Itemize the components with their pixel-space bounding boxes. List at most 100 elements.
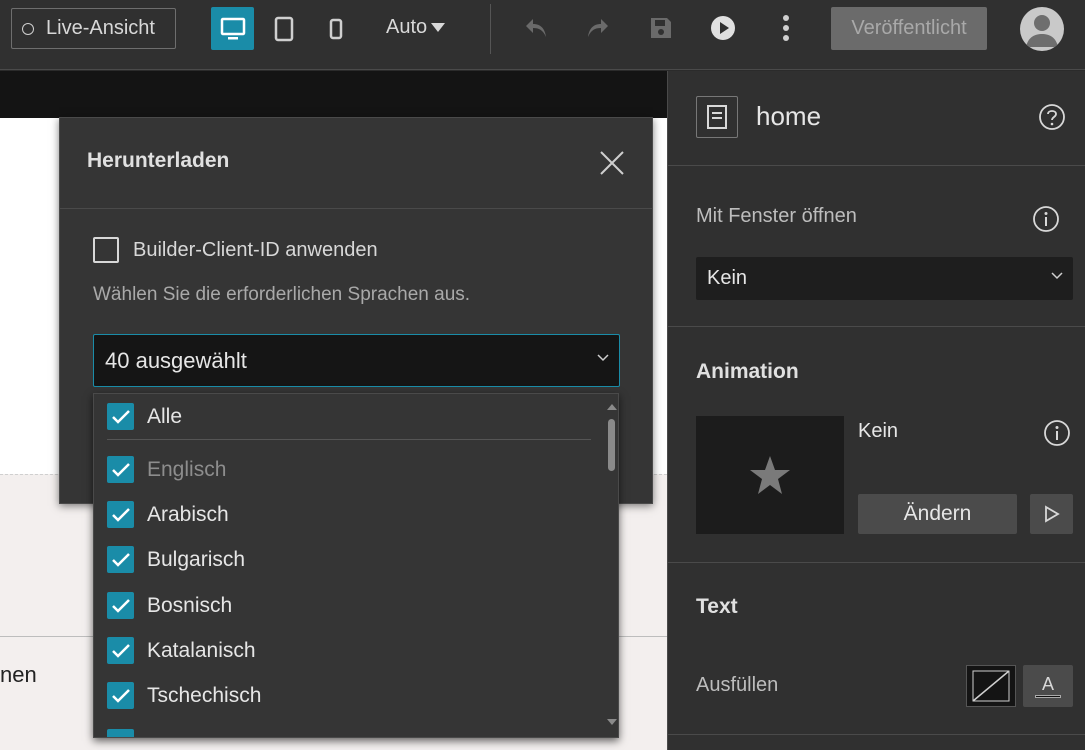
no-fill-icon <box>972 670 1010 702</box>
checkmark-icon <box>111 643 130 658</box>
checkbox-checked[interactable] <box>107 456 134 483</box>
checkmark-icon <box>111 507 130 522</box>
option-label: Bosnisch <box>147 593 233 617</box>
checkbox-unchecked[interactable] <box>93 237 119 263</box>
option-czech[interactable]: Tschechisch <box>107 682 261 709</box>
screen-size-value: Auto <box>386 16 428 38</box>
undo-button[interactable] <box>518 10 554 46</box>
dialog-divider <box>60 208 652 209</box>
page-name: home <box>756 101 822 131</box>
checkmark-icon <box>111 688 130 703</box>
checkbox-checked[interactable] <box>107 682 134 709</box>
animation-heading: Animation <box>696 360 799 383</box>
option-english[interactable]: Englisch <box>107 456 226 483</box>
builder-client-id-checkbox[interactable]: Builder-Client-ID anwenden <box>93 237 378 263</box>
play-outline-icon <box>1044 505 1060 523</box>
checkbox-checked[interactable] <box>107 501 134 528</box>
panel-divider <box>668 165 1085 166</box>
page-icon <box>696 96 738 138</box>
open-window-value: Kein <box>707 267 748 289</box>
panel-divider <box>668 326 1085 327</box>
text-color-button[interactable]: A <box>1023 665 1073 707</box>
open-window-select[interactable]: Kein <box>696 257 1073 300</box>
text-color-bar <box>1035 694 1061 698</box>
save-button[interactable] <box>643 10 679 46</box>
live-view-button[interactable]: Live-Ansicht <box>11 8 176 49</box>
radio-circle-icon <box>22 22 34 35</box>
chevron-down-icon <box>597 354 609 362</box>
undo-icon <box>526 19 546 37</box>
panel-divider <box>668 734 1085 735</box>
user-avatar[interactable] <box>1020 7 1064 51</box>
option-bosnian[interactable]: Bosnisch <box>107 592 232 619</box>
scroll-down-arrow-icon[interactable] <box>607 719 617 725</box>
fill-label: Ausfüllen <box>696 674 779 696</box>
user-icon <box>1026 15 1058 47</box>
play-circle-icon <box>711 16 735 40</box>
caret-down-icon <box>431 22 446 32</box>
animation-value: Kein <box>858 420 899 442</box>
animation-info-button[interactable] <box>1043 419 1071 447</box>
properties-panel: home Mit Fenster öffnen Kein Animation K… <box>667 71 1085 750</box>
checkmark-icon <box>111 409 130 424</box>
scroll-up-arrow-icon[interactable] <box>607 404 617 410</box>
option-catalan[interactable]: Katalanisch <box>107 637 256 664</box>
change-animation-button[interactable]: Ändern <box>858 494 1017 534</box>
desktop-device-button[interactable] <box>211 7 254 50</box>
canvas-header-bar <box>0 71 667 118</box>
document-icon <box>707 105 727 129</box>
canvas-partial-text: nen <box>0 662 37 687</box>
close-icon <box>600 151 624 175</box>
checkmark-icon <box>111 462 130 477</box>
play-animation-button[interactable] <box>1030 494 1073 534</box>
dialog-title: Herunterladen <box>87 149 230 172</box>
next-option-checkbox-partial <box>107 729 134 737</box>
open-window-label: Mit Fenster öffnen <box>696 205 857 227</box>
tablet-device-button[interactable] <box>264 7 304 50</box>
help-button[interactable] <box>1038 103 1066 131</box>
checkbox-checked[interactable] <box>107 403 134 430</box>
tablet-icon <box>274 16 294 41</box>
language-dropdown-list: Alle Englisch Arabisch Bulgarisch Bosnis… <box>93 393 619 738</box>
more-menu-button[interactable] <box>770 10 802 46</box>
info-icon <box>1033 206 1059 232</box>
option-bulgarian[interactable]: Bulgarisch <box>107 546 245 573</box>
option-divider <box>107 439 591 440</box>
option-label: Bulgarisch <box>147 547 246 571</box>
toolbar-divider <box>490 4 491 54</box>
dialog-close-button[interactable] <box>598 149 626 177</box>
redo-button[interactable] <box>580 10 616 46</box>
preview-button[interactable] <box>705 10 741 46</box>
checkbox-checked[interactable] <box>107 592 134 619</box>
text-heading: Text <box>696 595 738 618</box>
option-label: Tschechisch <box>147 683 262 707</box>
desktop-icon <box>220 17 245 39</box>
language-hint: Wählen Sie die erforderlichen Sprachen a… <box>93 284 471 305</box>
phone-device-button[interactable] <box>316 7 356 50</box>
open-window-info-button[interactable] <box>1032 205 1060 233</box>
screen-size-select[interactable]: Auto <box>386 16 446 39</box>
checkbox-checked[interactable] <box>107 637 134 664</box>
fill-color-swatch[interactable] <box>966 665 1016 707</box>
redo-icon <box>588 19 608 37</box>
dropdown-scrollbar[interactable] <box>606 394 618 737</box>
save-icon <box>651 18 671 38</box>
publish-button[interactable]: Veröffentlicht <box>831 7 987 50</box>
option-label: Alle <box>147 404 183 428</box>
option-label: Englisch <box>147 457 227 481</box>
language-select[interactable]: 40 ausgewählt <box>93 334 620 387</box>
checkbox-checked[interactable] <box>107 546 134 573</box>
checkbox-label: Builder-Client-ID anwenden <box>133 238 378 261</box>
top-toolbar: Live-Ansicht Auto Veröffentlicht <box>0 0 1085 70</box>
option-arabic[interactable]: Arabisch <box>107 501 229 528</box>
live-view-label: Live-Ansicht <box>46 17 155 39</box>
more-vertical-icon <box>783 15 789 41</box>
scrollbar-thumb[interactable] <box>608 419 615 471</box>
option-label: Katalanisch <box>147 638 256 662</box>
option-all[interactable]: Alle <box>107 403 182 430</box>
language-select-value: 40 ausgewählt <box>105 347 247 373</box>
checkmark-icon <box>111 598 130 613</box>
panel-divider <box>668 562 1085 563</box>
checkmark-icon <box>111 552 130 567</box>
animation-preview <box>696 416 844 534</box>
